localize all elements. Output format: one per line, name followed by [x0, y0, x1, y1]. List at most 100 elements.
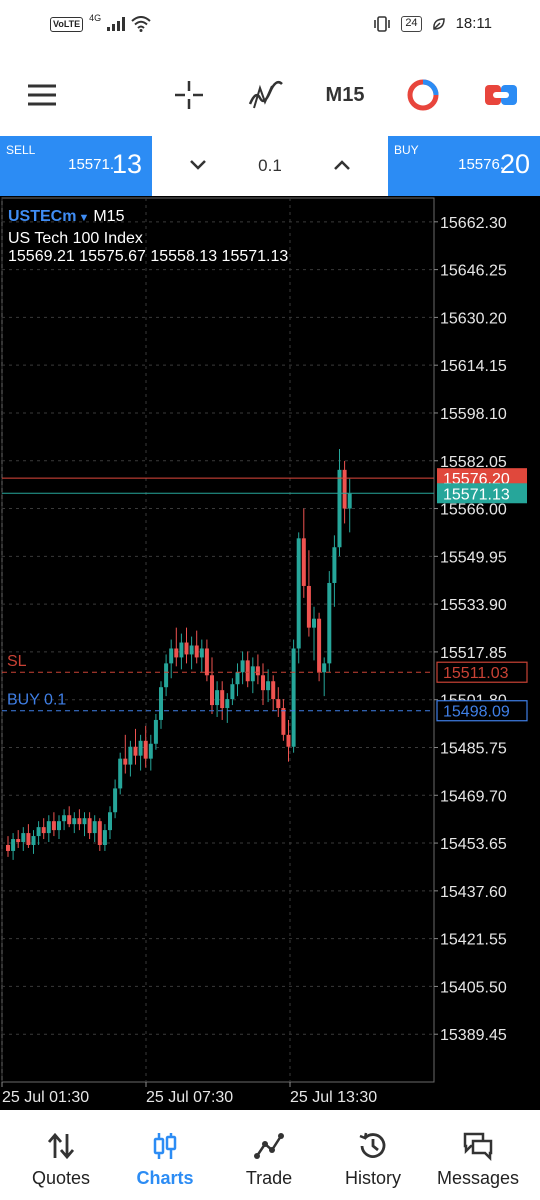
price-tick-label: 15566.00 [440, 502, 507, 519]
candle-body [51, 821, 56, 831]
candle-body [189, 645, 194, 655]
indicators-icon[interactable] [244, 74, 288, 116]
nav-messages[interactable]: Messages [424, 1110, 532, 1200]
candle-body [21, 833, 26, 843]
nav-trade[interactable]: Trade [215, 1110, 323, 1200]
candle-body [92, 821, 97, 834]
hamburger-menu-icon[interactable] [22, 74, 62, 116]
trade-line-icon [254, 1133, 284, 1159]
candle-body [87, 818, 92, 834]
nav-label: Quotes [31, 1168, 91, 1188]
candle-body [174, 648, 179, 658]
candle-body [306, 585, 311, 628]
one-click-trading-icon[interactable] [480, 74, 522, 116]
nav-label: Charts [136, 1168, 194, 1188]
candle-body [342, 469, 347, 509]
candle-body [102, 830, 107, 845]
candle-body [240, 660, 245, 673]
candle-body [327, 582, 332, 664]
sell-price-pips: 13 [111, 149, 142, 179]
candle-body [123, 758, 128, 765]
nav-label: Trade [245, 1168, 293, 1188]
price-tick-label: 15405.50 [440, 979, 507, 996]
candle-body [332, 547, 337, 583]
price-tick-label: 15630.20 [440, 310, 507, 327]
candle-body [235, 672, 240, 685]
level-price-tag-label: 15571.13 [443, 486, 510, 503]
candle-body [82, 818, 87, 825]
candle-body [153, 719, 158, 744]
price-tick-label: 15517.85 [440, 645, 507, 662]
signal-icon [107, 17, 126, 31]
price-tick-label: 15646.25 [440, 263, 507, 280]
price-tick-label: 15389.45 [440, 1027, 507, 1044]
buy-button[interactable]: BUY 15576. 20 [388, 136, 540, 196]
candle-body [77, 818, 82, 825]
candle-body [6, 844, 10, 851]
chart-frame [1, 197, 435, 1083]
candle-body [148, 743, 153, 759]
sell-button[interactable]: SELL 15571. 13 [0, 136, 152, 196]
nav-quotes[interactable]: Quotes [7, 1110, 115, 1200]
candle-body [204, 648, 209, 676]
candle-body [199, 648, 204, 658]
candle-body [266, 681, 271, 691]
candle-body [46, 821, 51, 834]
candle-body [255, 666, 260, 676]
time-tick-label: 25 Jul 07:30 [146, 1089, 233, 1106]
candle-body [291, 648, 296, 747]
price-tick-label: 15533.90 [440, 597, 507, 614]
candle-body [337, 469, 342, 548]
candle-body [113, 788, 118, 813]
candle-body [164, 663, 169, 688]
time-tick-label: 25 Jul 13:30 [290, 1089, 377, 1106]
level-price-tag-label: 15498.09 [443, 704, 510, 721]
symbol-name[interactable]: USTECm [8, 208, 76, 225]
chevron-up-icon[interactable] [330, 153, 354, 177]
nav-history[interactable]: History [319, 1110, 427, 1200]
candle-body [210, 675, 214, 706]
symbol-description: US Tech 100 Index [8, 230, 143, 247]
price-tick-label: 15662.30 [440, 215, 507, 232]
candle-body [312, 618, 316, 628]
level-label: BUY 0.1 [7, 692, 66, 709]
price-tick-label: 15598.10 [440, 406, 507, 423]
network-type: 4G [89, 13, 102, 23]
price-tick-label: 15614.15 [440, 358, 507, 375]
level-label: SL [7, 653, 27, 670]
candle-body [108, 812, 112, 831]
charts-candles-icon [153, 1133, 177, 1159]
candle-body [286, 734, 291, 747]
candle-body [118, 758, 123, 789]
price-chart[interactable]: 15662.30 15646.25 15630.20 15614.15 15598.10… [0, 196, 540, 1110]
crosshair-icon[interactable] [168, 74, 210, 116]
app-logo-icon[interactable] [402, 74, 444, 116]
candle-body [143, 740, 148, 759]
candle-body [215, 690, 220, 706]
time-tick-label: 25 Jul 01:30 [2, 1089, 89, 1106]
candle-body [322, 663, 327, 673]
candle-body [276, 699, 281, 709]
candle-body [41, 827, 46, 834]
volte-indicator: VoLTE [50, 16, 84, 32]
candle-body [271, 681, 276, 700]
chart-symbol-line: USTECm ▼ M15 [8, 208, 124, 226]
buy-price-main: 15576. [458, 156, 504, 173]
candle-body [36, 827, 41, 837]
chart-canvas[interactable]: 15662.30 15646.25 15630.20 15614.15 15598.10… [0, 196, 540, 1110]
candle-body [169, 648, 174, 664]
price-tick-label: 15485.75 [440, 740, 507, 757]
nav-charts[interactable]: Charts [111, 1110, 219, 1200]
quotes-arrows-icon [47, 1132, 75, 1160]
timeframe-selector[interactable]: M15 [318, 74, 372, 116]
candle-body [281, 708, 286, 735]
candle-body [67, 815, 72, 825]
battery-indicator: 24 [401, 15, 422, 32]
bottom-navigation: Quotes Charts Trade History Messages [0, 1110, 540, 1200]
chart-toolbar: M15 [0, 54, 540, 136]
nav-label: History [344, 1168, 401, 1188]
level-price-tag-label: 15511.03 [443, 665, 509, 682]
candle-body [225, 699, 230, 709]
candle-body [138, 740, 143, 756]
symbol-dropdown-icon[interactable]: ▼ [78, 212, 89, 224]
